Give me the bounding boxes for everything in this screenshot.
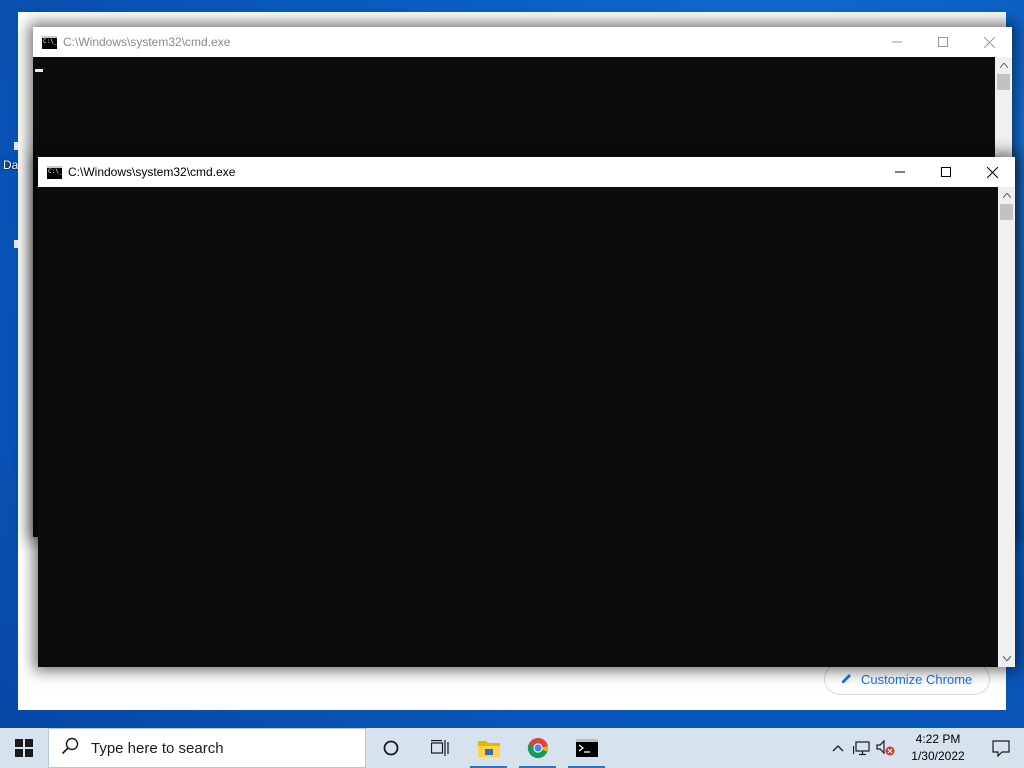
- minimize-icon: [895, 171, 905, 173]
- cmd-titlebar[interactable]: C:\Windows\system32\cmd.exe: [38, 157, 1015, 187]
- taskbar: Type here to search 4:22 PM 1/30/2022: [0, 728, 1024, 768]
- command-prompt-icon: [575, 739, 598, 757]
- scrollbar-thumb[interactable]: [1000, 204, 1013, 220]
- volume-muted-icon: [876, 740, 895, 756]
- network-monitor-icon: [853, 741, 870, 756]
- start-button[interactable]: [0, 728, 48, 768]
- chrome-taskbar-button[interactable]: [513, 728, 562, 768]
- scroll-down-arrow-icon[interactable]: [998, 650, 1015, 667]
- cmd-window-title: C:\Windows\system32\cmd.exe: [63, 35, 231, 49]
- taskbar-search-box[interactable]: Type here to search: [48, 728, 366, 768]
- maximize-button[interactable]: [923, 157, 969, 187]
- cmd-app-icon: [47, 165, 62, 179]
- file-explorer-taskbar-button[interactable]: [464, 728, 513, 768]
- close-icon: [986, 166, 998, 178]
- minimize-icon: [892, 41, 902, 43]
- clock-time: 4:22 PM: [915, 732, 961, 746]
- chevron-up-icon: [832, 745, 844, 752]
- cortana-circle-icon: [383, 740, 398, 756]
- maximize-icon: [941, 167, 951, 177]
- console-output[interactable]: [38, 187, 998, 667]
- vertical-scrollbar[interactable]: [998, 187, 1015, 667]
- cmd-window-title: C:\Windows\system32\cmd.exe: [68, 165, 236, 179]
- maximize-button[interactable]: [920, 27, 966, 57]
- search-placeholder: Type here to search: [91, 739, 224, 757]
- close-button[interactable]: [969, 157, 1015, 187]
- desktop-icon-label[interactable]: Da: [3, 158, 18, 172]
- pencil-icon: [841, 672, 853, 687]
- task-view-icon: [430, 740, 449, 756]
- cmd-app-icon: [42, 35, 57, 49]
- scroll-up-arrow-icon[interactable]: [995, 57, 1012, 74]
- system-tray: 4:22 PM 1/30/2022: [826, 728, 1024, 768]
- clock-date: 1/30/2022: [911, 749, 965, 763]
- volume-tray-button[interactable]: [874, 728, 898, 768]
- scrollbar-thumb[interactable]: [997, 74, 1010, 90]
- scroll-up-arrow-icon[interactable]: [998, 187, 1015, 204]
- maximize-icon: [938, 37, 948, 47]
- close-button[interactable]: [966, 27, 1012, 57]
- minimize-button[interactable]: [874, 27, 920, 57]
- notification-icon: [992, 739, 1010, 757]
- task-view-button[interactable]: [415, 728, 464, 768]
- text-cursor: [35, 69, 43, 72]
- cortana-button[interactable]: [366, 728, 415, 768]
- action-center-button[interactable]: [978, 728, 1024, 768]
- folder-icon: [477, 741, 500, 757]
- windows-logo-icon: [15, 739, 33, 757]
- show-hidden-icons-button[interactable]: [826, 728, 850, 768]
- customize-chrome-button[interactable]: Customize Chrome: [824, 663, 990, 695]
- taskbar-clock[interactable]: 4:22 PM 1/30/2022: [898, 731, 978, 765]
- command-prompt-taskbar-button[interactable]: [562, 728, 611, 768]
- minimize-button[interactable]: [877, 157, 923, 187]
- search-icon: [61, 737, 79, 760]
- cmd-titlebar[interactable]: C:\Windows\system32\cmd.exe: [33, 27, 1012, 57]
- chrome-icon: [527, 738, 548, 758]
- network-tray-button[interactable]: [850, 728, 874, 768]
- cmd-window-active[interactable]: C:\Windows\system32\cmd.exe: [38, 157, 1015, 667]
- customize-chrome-label: Customize Chrome: [861, 671, 973, 687]
- close-icon: [983, 36, 995, 48]
